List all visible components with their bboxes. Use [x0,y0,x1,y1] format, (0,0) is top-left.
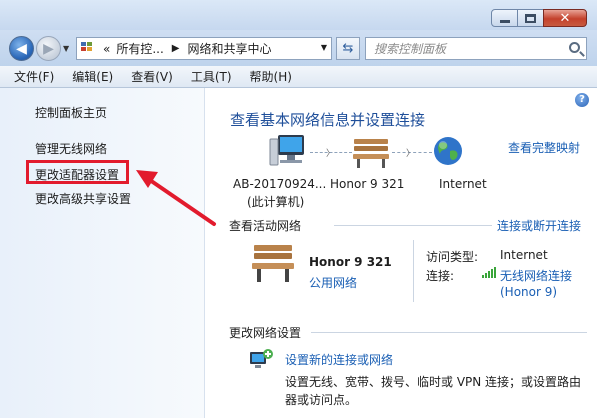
minimize-button[interactable] [491,9,518,27]
refresh-button[interactable]: ⇆ [336,37,360,60]
sidebar-item-manage-wireless[interactable]: 管理无线网络 [35,140,107,157]
bench-icon [353,139,389,168]
close-icon: ✕ [559,10,571,26]
globe-icon [434,137,462,165]
vertical-divider [413,240,414,302]
recent-pages-dropdown-icon[interactable]: ▼ [63,44,69,53]
maximize-button[interactable] [517,9,544,27]
active-network-name: Honor 9 321 [309,255,392,269]
navigation-bar: ◀ ▶ ▼ « 所有控... ▶ 网络和共享中心 ▼ ⇆ 搜索控制面板 [0,30,597,66]
back-button[interactable]: ◀ [9,36,34,61]
connection-chevron-icon: 〉 [406,149,416,159]
internet-node-label: Internet [439,177,487,191]
new-connection-icon [250,349,273,368]
sidebar-item-advanced-sharing[interactable]: 更改高级共享设置 [35,190,131,207]
wifi-signal-icon [482,267,496,278]
connect-disconnect-link[interactable]: 连接或断开连接 [497,217,581,234]
close-button[interactable]: ✕ [543,9,587,27]
minimize-icon [499,19,510,23]
breadcrumb-overflow[interactable]: « [103,42,110,56]
section-divider [311,332,587,333]
title-bar: ✕ [0,0,597,30]
computer-sub-label: (此计算机) [247,195,305,209]
menu-file[interactable]: 文件(F) [14,68,54,85]
menu-tools[interactable]: 工具(T) [191,68,232,85]
connection-chevron-icon: 〉 [326,149,336,159]
help-icon[interactable]: ? [575,93,589,107]
sidebar [0,88,205,418]
breadcrumb-control-panel[interactable]: 所有控... [116,40,163,57]
search-input[interactable]: 搜索控制面板 [374,40,446,57]
search-box[interactable]: 搜索控制面板 [365,37,587,60]
access-type-value: Internet [500,248,548,262]
forward-arrow-icon: ▶ [43,40,54,57]
wireless-connection-ssid[interactable]: (Honor 9) [500,285,557,299]
maximize-icon [525,13,536,23]
access-type-label: 访问类型: [426,250,479,264]
menu-help[interactable]: 帮助(H) [250,68,292,85]
section-divider [334,225,492,226]
menu-bar: 文件(F) 编辑(E) 查看(V) 工具(T) 帮助(H) [0,66,597,88]
computer-icon [269,135,304,166]
refresh-icon: ⇆ [342,41,354,56]
setup-description-line1: 设置无线、宽带、拨号、临时或 VPN 连接；或设置路由 [285,375,582,389]
network-node-label: Honor 9 321 [330,177,405,191]
pointer-arrow-icon [136,170,216,226]
change-settings-heading: 更改网络设置 [229,326,302,340]
public-network-bench-icon [252,245,294,282]
breadcrumb-separator-icon[interactable]: ▶ [172,43,180,54]
connection-label: 连接: [426,269,455,283]
view-full-map-link[interactable]: 查看完整映射 [508,139,580,156]
network-icon [81,41,97,56]
back-arrow-icon: ◀ [16,40,27,57]
address-dropdown-icon[interactable]: ▼ [321,43,327,52]
search-icon[interactable] [569,42,580,53]
address-bar[interactable]: « 所有控... ▶ 网络和共享中心 ▼ [76,37,332,60]
sidebar-item-control-panel-home[interactable]: 控制面板主页 [35,104,107,121]
highlight-box [26,160,129,184]
wireless-connection-link[interactable]: 无线网络连接 [500,267,572,284]
menu-edit[interactable]: 编辑(E) [72,68,113,85]
computer-name-label: AB-20170924... [233,177,327,191]
page-title: 查看基本网络信息并设置连接 [230,111,426,129]
forward-button[interactable]: ▶ [36,36,61,61]
window-controls: ✕ [491,9,587,27]
network-type-link[interactable]: 公用网络 [309,274,357,291]
active-network-heading: 查看活动网络 [229,219,302,233]
menu-view[interactable]: 查看(V) [131,68,173,85]
setup-connection-link[interactable]: 设置新的连接或网络 [285,351,393,368]
setup-description-line2: 器或访问点。 [285,393,358,407]
breadcrumb-network-center[interactable]: 网络和共享中心 [188,40,272,57]
